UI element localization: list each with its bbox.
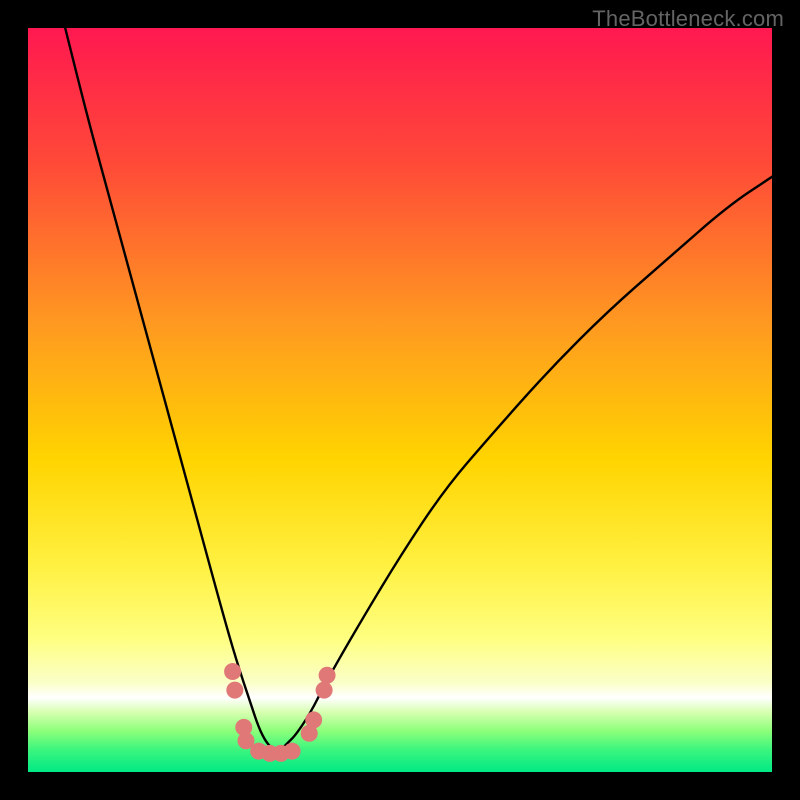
- curve-marker: [316, 682, 333, 699]
- plot-area: [28, 28, 772, 772]
- curve-marker: [319, 667, 336, 684]
- curve-marker: [305, 711, 322, 728]
- curve-marker: [284, 743, 301, 760]
- curve-marker: [224, 663, 241, 680]
- bottleneck-chart: [28, 28, 772, 772]
- gradient-background: [28, 28, 772, 772]
- figure-frame: TheBottleneck.com: [0, 0, 800, 800]
- curve-marker: [226, 682, 243, 699]
